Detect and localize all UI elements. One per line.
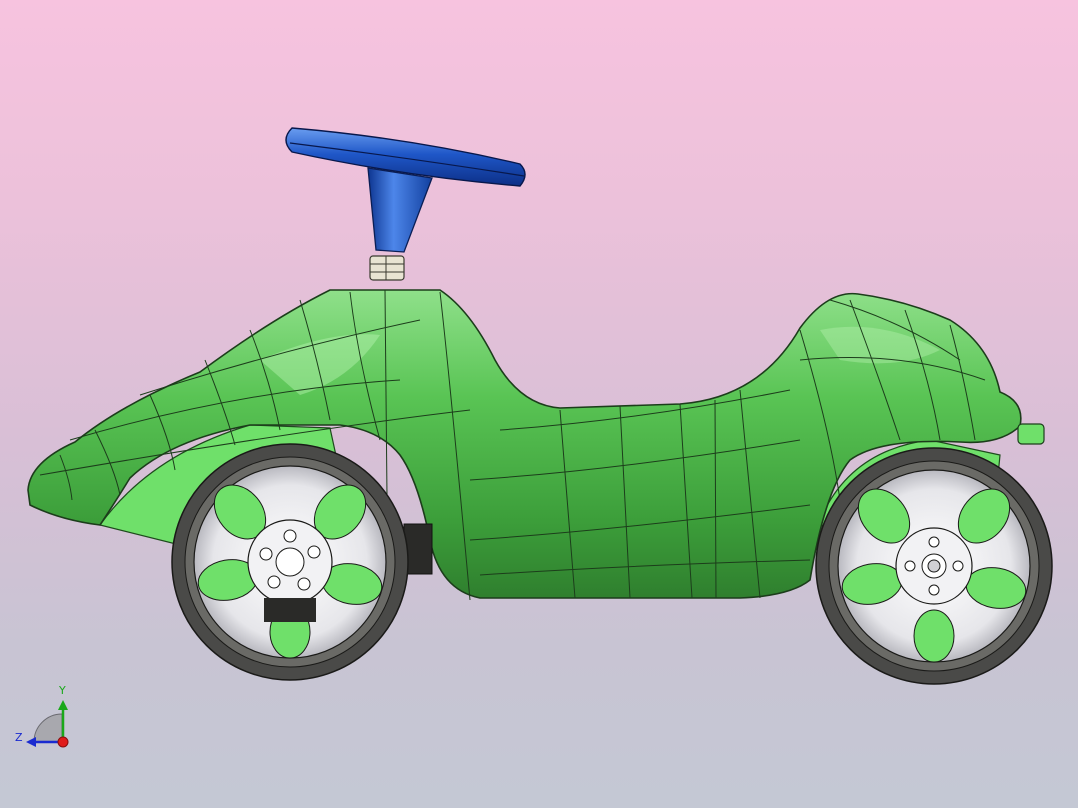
steering-nut xyxy=(369,255,405,281)
cad-viewport[interactable]: Y Z xyxy=(0,0,1078,808)
front-wheel[interactable] xyxy=(171,443,409,681)
rear-nub xyxy=(1017,423,1045,445)
ride-on-car-model[interactable] xyxy=(0,0,1078,808)
orientation-triad[interactable]: Y Z xyxy=(8,684,80,754)
rear-wheel[interactable] xyxy=(815,447,1053,685)
axis-y-label: Y xyxy=(59,684,66,697)
steering-assembly[interactable] xyxy=(285,127,526,281)
steering-column xyxy=(367,167,433,253)
axis-z-label: Z xyxy=(15,731,23,744)
